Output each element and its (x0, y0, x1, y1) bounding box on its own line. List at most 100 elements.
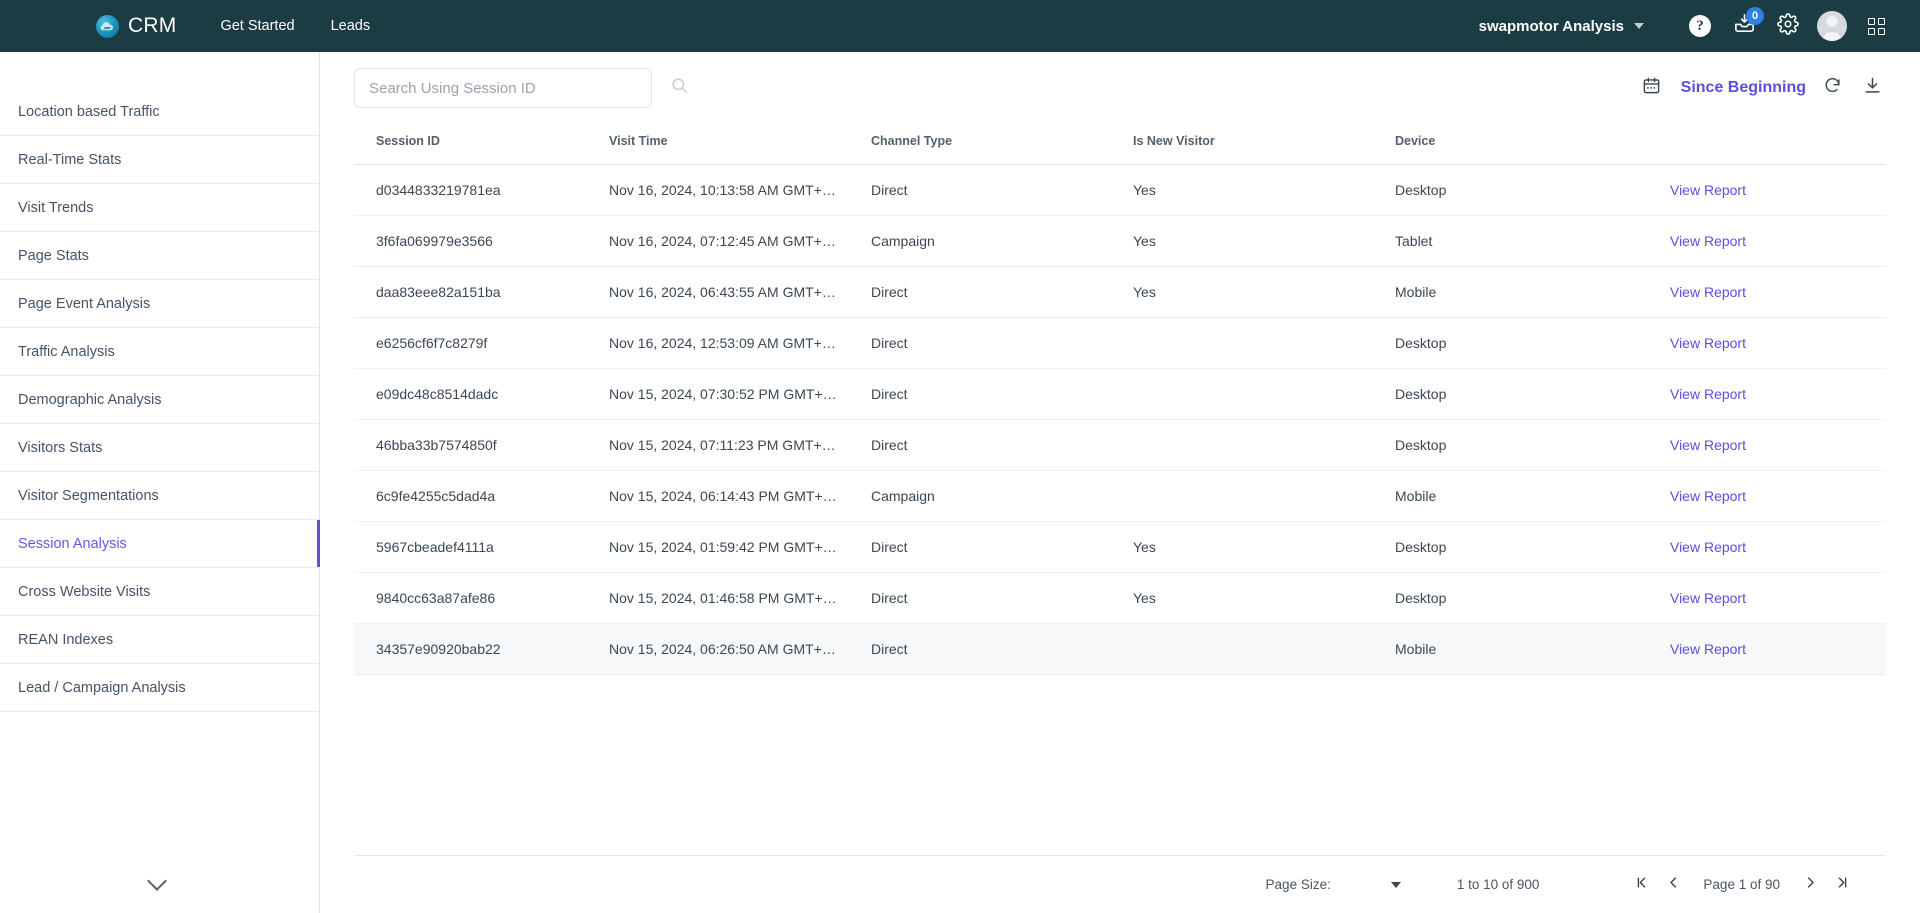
sidebar-item-real-time-stats[interactable]: Real-Time Stats (0, 136, 319, 184)
cell-is-new-visitor: Yes (1133, 164, 1395, 216)
inbox-button[interactable]: 0 (1722, 4, 1766, 48)
cell-session-id: daa83eee82a151ba (354, 266, 609, 318)
last-page-icon (1835, 875, 1850, 895)
table-row[interactable]: 6c9fe4255c5dad4a Nov 15, 2024, 06:14:43 … (354, 470, 1886, 522)
table-row[interactable]: 46bba33b7574850f Nov 15, 2024, 07:11:23 … (354, 419, 1886, 471)
view-report-link[interactable]: View Report (1670, 437, 1886, 453)
page-size-select[interactable] (1390, 881, 1401, 888)
sidebar-item-label: Demographic Analysis (18, 391, 162, 408)
cell-visit-time: Nov 16, 2024, 06:43:55 AM GMT+… (609, 266, 871, 318)
cell-device: Desktop (1395, 368, 1657, 420)
search-input[interactable] (354, 68, 652, 108)
apps-grid-icon (1867, 17, 1885, 35)
view-report-link[interactable]: View Report (1670, 233, 1886, 249)
sidebar-item-label: Page Event Analysis (18, 295, 151, 312)
download-button[interactable] (1852, 68, 1892, 108)
nav-leads[interactable]: Leads (331, 18, 371, 34)
column-header-channel-type[interactable]: Channel Type (871, 124, 1133, 165)
brand[interactable]: CRM (96, 14, 176, 38)
previous-page-icon (1666, 875, 1681, 895)
cell-is-new-visitor (1133, 623, 1395, 675)
cell-device: Mobile (1395, 470, 1657, 522)
session-table-area: Session ID Visit Time Channel Type Is Ne… (320, 124, 1920, 855)
user-avatar-button[interactable] (1810, 4, 1854, 48)
column-header-is-new-visitor[interactable]: Is New Visitor (1133, 124, 1395, 165)
view-report-link[interactable]: View Report (1670, 335, 1886, 351)
cell-session-id: e09dc48c8514dadc (354, 368, 609, 420)
refresh-button[interactable] (1812, 68, 1852, 108)
date-range-label[interactable]: Since Beginning (1681, 79, 1806, 97)
sidebar-item-lead-campaign-analysis[interactable]: Lead / Campaign Analysis (0, 664, 319, 712)
help-button[interactable]: ? (1678, 4, 1722, 48)
cell-visit-time: Nov 16, 2024, 12:53:09 AM GMT+… (609, 317, 871, 369)
search-button[interactable] (662, 71, 696, 105)
next-page-button[interactable] (1794, 869, 1826, 901)
view-report-link[interactable]: View Report (1670, 284, 1886, 300)
sidebar-item-label: Visitor Segmentations (18, 487, 159, 504)
date-range-picker-button[interactable] (1633, 69, 1671, 107)
table-row[interactable]: daa83eee82a151ba Nov 16, 2024, 06:43:55 … (354, 266, 1886, 318)
cell-is-new-visitor: Yes (1133, 521, 1395, 573)
table-row[interactable]: 9840cc63a87afe86 Nov 15, 2024, 01:46:58 … (354, 572, 1886, 624)
page-size-label: Page Size: (1265, 877, 1331, 892)
sidebar: Location based Traffic Real-Time Stats V… (0, 52, 320, 913)
table-row[interactable]: 34357e90920bab22 Nov 15, 2024, 06:26:50 … (354, 623, 1886, 675)
last-page-button[interactable] (1826, 869, 1858, 901)
column-header-session-id[interactable]: Session ID (354, 124, 609, 165)
org-switcher[interactable]: swapmotor Analysis (1479, 18, 1644, 35)
sidebar-item-session-analysis[interactable]: Session Analysis (0, 520, 320, 568)
cell-is-new-visitor (1133, 470, 1395, 522)
view-report-link[interactable]: View Report (1670, 488, 1886, 504)
view-report-link[interactable]: View Report (1670, 590, 1886, 606)
sidebar-item-label: Visit Trends (18, 199, 94, 216)
top-header: CRM Get Started Leads swapmotor Analysis… (0, 0, 1920, 52)
cell-session-id: e6256cf6f7c8279f (354, 317, 609, 369)
sidebar-item-visitor-segmentations[interactable]: Visitor Segmentations (0, 472, 319, 520)
table-row[interactable]: d0344833219781ea Nov 16, 2024, 10:13:58 … (354, 164, 1886, 216)
sidebar-item-visitors-stats[interactable]: Visitors Stats (0, 424, 319, 472)
cell-session-id: 5967cbeadef4111a (354, 521, 609, 573)
sidebar-item-label: Visitors Stats (18, 439, 103, 456)
cell-is-new-visitor (1133, 419, 1395, 471)
view-report-link[interactable]: View Report (1670, 386, 1886, 402)
sidebar-item-label: Real-Time Stats (18, 151, 122, 168)
table-row[interactable]: e09dc48c8514dadc Nov 15, 2024, 07:30:52 … (354, 368, 1886, 420)
content-toolbar: Since Beginning (320, 52, 1920, 124)
column-header-actions (1657, 124, 1886, 165)
table-header-row: Session ID Visit Time Channel Type Is Ne… (354, 124, 1886, 165)
calendar-icon (1642, 76, 1661, 100)
table-row[interactable]: 5967cbeadef4111a Nov 15, 2024, 01:59:42 … (354, 521, 1886, 573)
sidebar-item-page-event-analysis[interactable]: Page Event Analysis (0, 280, 319, 328)
nav-get-started[interactable]: Get Started (220, 18, 294, 34)
page-body: Location based Traffic Real-Time Stats V… (0, 52, 1920, 913)
sidebar-item-traffic-analysis[interactable]: Traffic Analysis (0, 328, 319, 376)
view-report-link[interactable]: View Report (1670, 182, 1886, 198)
view-report-link[interactable]: View Report (1670, 539, 1886, 555)
table-row[interactable]: 3f6fa069979e3566 Nov 16, 2024, 07:12:45 … (354, 215, 1886, 267)
record-range-text: 1 to 10 of 900 (1456, 877, 1540, 892)
table-head: Session ID Visit Time Channel Type Is Ne… (354, 124, 1886, 165)
table-row[interactable]: e6256cf6f7c8279f Nov 16, 2024, 12:53:09 … (354, 317, 1886, 369)
sidebar-item-demographic-analysis[interactable]: Demographic Analysis (0, 376, 319, 424)
sidebar-item-location-based-traffic[interactable]: Location based Traffic (0, 88, 319, 136)
apps-button[interactable] (1854, 4, 1898, 48)
cell-channel-type: Direct (871, 368, 1133, 420)
sidebar-item-page-stats[interactable]: Page Stats (0, 232, 319, 280)
sidebar-item-visit-trends[interactable]: Visit Trends (0, 184, 319, 232)
cell-is-new-visitor: Yes (1133, 572, 1395, 624)
cell-channel-type: Direct (871, 266, 1133, 318)
cell-session-id: 6c9fe4255c5dad4a (354, 470, 609, 522)
previous-page-button[interactable] (1657, 869, 1689, 901)
sidebar-item-cross-website-visits[interactable]: Cross Website Visits (0, 568, 319, 616)
settings-button[interactable] (1766, 4, 1810, 48)
first-page-button[interactable] (1625, 869, 1657, 901)
column-header-visit-time[interactable]: Visit Time (609, 124, 871, 165)
column-header-device[interactable]: Device (1395, 124, 1657, 165)
sidebar-expand-button[interactable] (0, 855, 319, 913)
cell-device: Mobile (1395, 266, 1657, 318)
sidebar-item-label: Traffic Analysis (18, 343, 115, 360)
avatar (1817, 11, 1847, 41)
sidebar-item-rean-indexes[interactable]: REAN Indexes (0, 616, 319, 664)
session-table: Session ID Visit Time Channel Type Is Ne… (354, 124, 1886, 675)
view-report-link[interactable]: View Report (1670, 641, 1886, 657)
